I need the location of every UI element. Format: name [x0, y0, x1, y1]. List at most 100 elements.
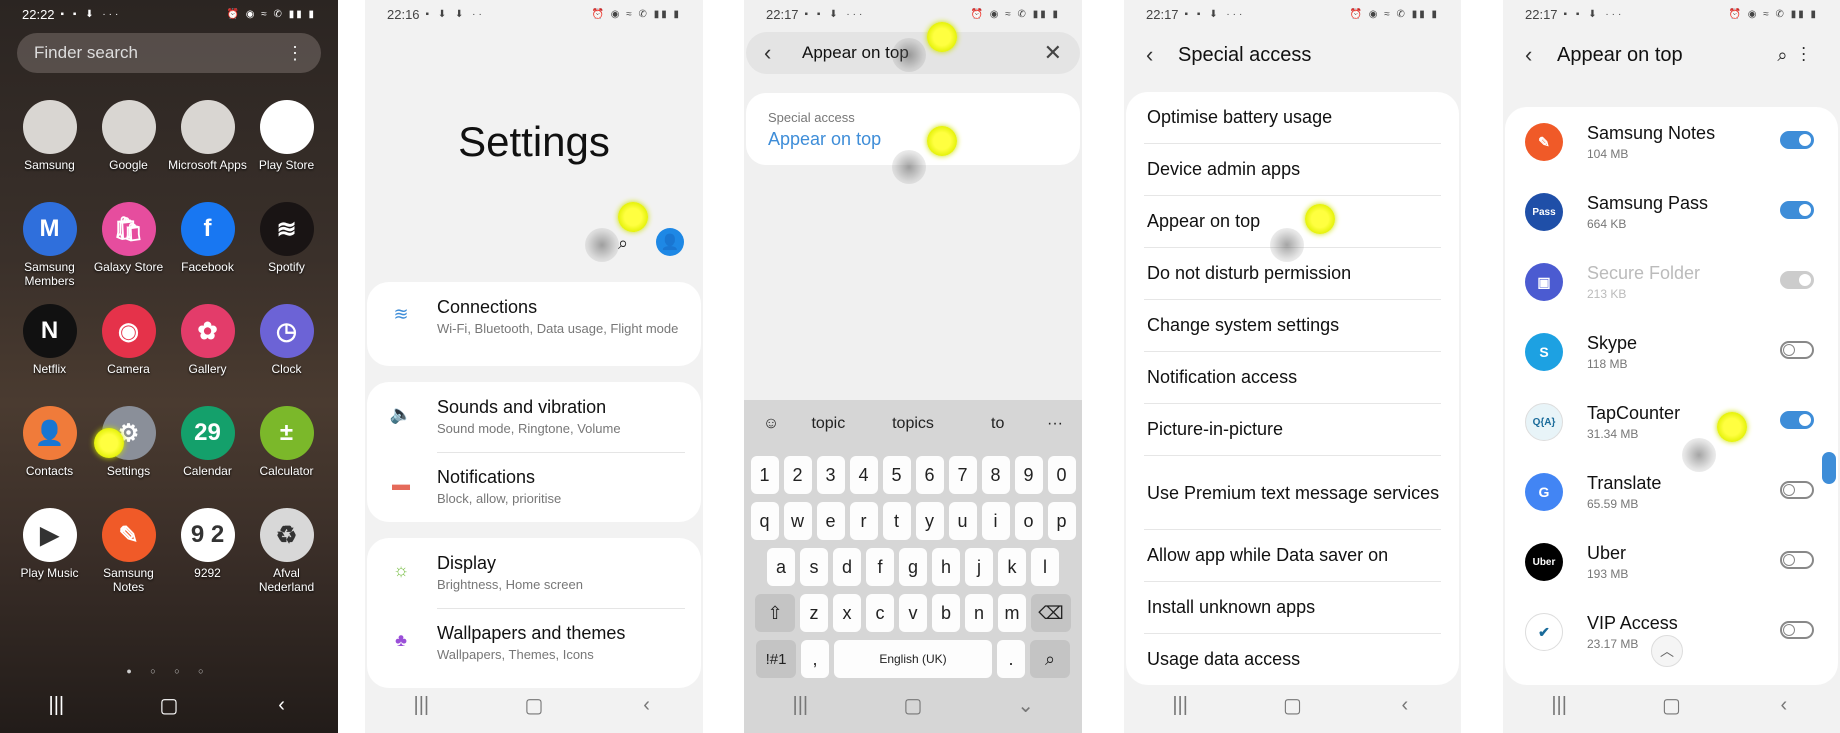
key-f[interactable]: f: [866, 548, 894, 586]
recents-icon[interactable]: |||: [1539, 694, 1579, 717]
suggestion-item[interactable]: topics: [871, 415, 956, 433]
key-t[interactable]: t: [882, 502, 911, 540]
app-clock[interactable]: ◷ Clock: [247, 304, 326, 390]
app-row-samsung-pass[interactable]: Pass Samsung Pass 664 KB: [1505, 177, 1838, 247]
shift-key[interactable]: ⇧: [755, 594, 795, 632]
key-m[interactable]: m: [998, 594, 1026, 632]
list-item-use-premium-text-message-services[interactable]: Use Premium text message services: [1144, 456, 1441, 530]
emoji-icon[interactable]: ☺: [756, 415, 786, 433]
app-play-music[interactable]: ▶ Play Music: [10, 508, 89, 594]
app-row-samsung-notes[interactable]: ✎ Samsung Notes 104 MB: [1505, 107, 1838, 177]
app-row-translate[interactable]: G Translate 65.59 MB: [1505, 457, 1838, 527]
more-options-icon[interactable]: ⋮: [286, 43, 304, 64]
list-item-change-system-settings[interactable]: Change system settings: [1144, 300, 1441, 352]
key-n[interactable]: n: [965, 594, 993, 632]
key-5[interactable]: 5: [882, 456, 911, 494]
key-c[interactable]: c: [866, 594, 894, 632]
list-item-allow-app-while-data-saver-on[interactable]: Allow app while Data saver on: [1144, 530, 1441, 582]
app-google[interactable]: Google: [89, 100, 168, 186]
list-item-device-admin-apps[interactable]: Device admin apps: [1144, 144, 1441, 196]
back-icon[interactable]: ‹: [1764, 694, 1804, 717]
permission-toggle[interactable]: [1780, 201, 1814, 219]
list-item-optimise-battery-usage[interactable]: Optimise battery usage: [1144, 92, 1441, 144]
permission-toggle[interactable]: [1780, 621, 1814, 639]
key-2[interactable]: 2: [783, 456, 812, 494]
list-item-install-unknown-apps[interactable]: Install unknown apps: [1144, 582, 1441, 634]
key-u[interactable]: u: [948, 502, 977, 540]
home-icon[interactable]: ▢: [149, 693, 189, 718]
recents-icon[interactable]: |||: [401, 694, 441, 717]
back-arrow-icon[interactable]: ‹: [1146, 42, 1178, 68]
app-gallery[interactable]: ✿ Gallery: [168, 304, 247, 390]
search-icon[interactable]: ⌕: [618, 233, 628, 254]
comma-key[interactable]: ,: [801, 640, 829, 678]
clear-icon[interactable]: ✕: [1044, 40, 1062, 66]
app-row-secure-folder[interactable]: ▣ Secure Folder 213 KB: [1505, 247, 1838, 317]
search-icon[interactable]: ⌕: [1777, 45, 1801, 65]
key-r[interactable]: r: [849, 502, 878, 540]
app-samsung-members[interactable]: M Samsung Members: [10, 202, 89, 288]
key-z[interactable]: z: [800, 594, 828, 632]
back-icon[interactable]: ‹: [1385, 694, 1425, 717]
app-samsung[interactable]: Samsung: [10, 100, 89, 186]
key-w[interactable]: w: [783, 502, 812, 540]
key-d[interactable]: d: [833, 548, 861, 586]
recents-icon[interactable]: |||: [36, 694, 76, 717]
key-6[interactable]: 6: [915, 456, 944, 494]
suggestion-item[interactable]: topic: [786, 415, 871, 433]
app-row-tapcounter[interactable]: Q{A} TapCounter 31.34 MB: [1505, 387, 1838, 457]
more-suggestions-icon[interactable]: ···: [1040, 415, 1070, 433]
key-y[interactable]: y: [915, 502, 944, 540]
app-calculator[interactable]: ± Calculator: [247, 406, 326, 492]
permission-toggle[interactable]: [1780, 341, 1814, 359]
home-icon[interactable]: ▢: [1272, 693, 1312, 718]
key-b[interactable]: b: [932, 594, 960, 632]
app-row-uber[interactable]: Uber Uber 193 MB: [1505, 527, 1838, 597]
app-contacts[interactable]: 👤 Contacts: [10, 406, 89, 492]
key-q[interactable]: q: [750, 502, 779, 540]
key-7[interactable]: 7: [948, 456, 977, 494]
app-facebook[interactable]: f Facebook: [168, 202, 247, 288]
key-8[interactable]: 8: [981, 456, 1010, 494]
settings-item-sounds[interactable]: 🔈 Sounds and vibration Sound mode, Ringt…: [367, 382, 701, 452]
key-p[interactable]: p: [1047, 502, 1076, 540]
recents-icon[interactable]: |||: [1160, 694, 1200, 717]
permission-toggle[interactable]: [1780, 411, 1814, 429]
suggestion-item[interactable]: to: [955, 415, 1040, 433]
backspace-key[interactable]: ⌫: [1031, 594, 1071, 632]
permission-toggle[interactable]: [1780, 481, 1814, 499]
app-spotify[interactable]: ≋ Spotify: [247, 202, 326, 288]
more-options-icon[interactable]: ⋮: [1802, 45, 1821, 65]
app-galaxy-store[interactable]: 🛍 Galaxy Store: [89, 202, 168, 288]
settings-item-display[interactable]: ☼ Display Brightness, Home screen: [367, 538, 701, 608]
symbols-key[interactable]: !#1: [756, 640, 796, 678]
key-l[interactable]: l: [1031, 548, 1059, 586]
space-key[interactable]: English (UK): [834, 640, 992, 678]
key-9[interactable]: 9: [1014, 456, 1043, 494]
search-key-icon[interactable]: ⌕: [1030, 640, 1070, 678]
home-icon[interactable]: ▢: [514, 693, 554, 718]
back-icon[interactable]: ‹: [627, 694, 667, 717]
key-x[interactable]: x: [833, 594, 861, 632]
home-icon[interactable]: ▢: [1651, 693, 1691, 718]
key-e[interactable]: e: [816, 502, 845, 540]
app-microsoft-apps[interactable]: Microsoft Apps: [168, 100, 247, 186]
app-calendar[interactable]: 29 Calendar: [168, 406, 247, 492]
back-icon[interactable]: ‹: [262, 694, 302, 717]
period-key[interactable]: .: [997, 640, 1025, 678]
key-h[interactable]: h: [932, 548, 960, 586]
app-samsung-notes[interactable]: ✎ Samsung Notes: [89, 508, 168, 594]
permission-toggle[interactable]: [1780, 551, 1814, 569]
key-j[interactable]: j: [965, 548, 993, 586]
key-o[interactable]: o: [1014, 502, 1043, 540]
list-item-picture-in-picture[interactable]: Picture-in-picture: [1144, 404, 1441, 456]
home-icon[interactable]: ▢: [893, 693, 933, 718]
key-s[interactable]: s: [800, 548, 828, 586]
settings-item-wallpapers[interactable]: ♣ Wallpapers and themes Wallpapers, Them…: [367, 608, 701, 678]
finder-search-bar[interactable]: Finder search ⋮: [17, 33, 321, 73]
back-arrow-icon[interactable]: ‹: [1525, 42, 1557, 68]
scroll-to-top-button[interactable]: ︿: [1651, 635, 1683, 667]
key-0[interactable]: 0: [1047, 456, 1076, 494]
app-netflix[interactable]: N Netflix: [10, 304, 89, 390]
settings-item-notifications[interactable]: ▬ Notifications Block, allow, prioritise: [367, 452, 701, 522]
